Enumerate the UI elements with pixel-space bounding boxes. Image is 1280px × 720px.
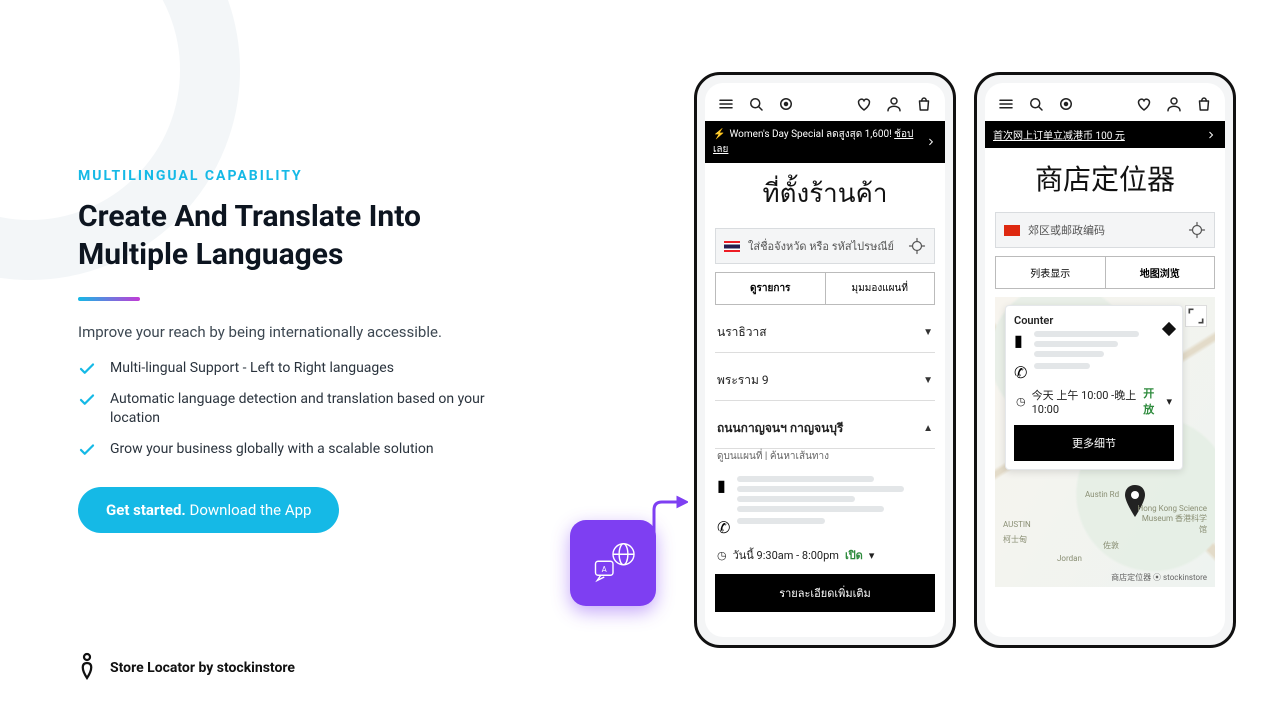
open-status: 开放 (1143, 385, 1160, 417)
phone-thai: ⚡Women's Day Special ลดสูงสุด 1,600! ช้อ… (694, 72, 956, 648)
open-status: เปิด (845, 546, 863, 564)
tab-list[interactable]: ดูรายการ (716, 273, 825, 304)
chevron-down-icon[interactable]: ▾ (869, 549, 875, 562)
phone-icon: ✆ (1014, 363, 1026, 375)
tab-map[interactable]: 地图浏览 (1105, 257, 1215, 288)
phone-icon: ✆ (717, 518, 729, 530)
phone-mockups: ⚡Women's Day Special ลดสูงสุด 1,600! ช้อ… (694, 72, 1236, 648)
chevron-right-icon (925, 136, 937, 148)
user-icon[interactable] (885, 95, 903, 113)
promo-banner[interactable]: 首次网上订单立减港币 100 元 (985, 121, 1225, 148)
store-item[interactable]: กาฬสินธุ์ พลาซ่า▼ (715, 626, 935, 637)
menu-icon[interactable] (997, 95, 1015, 113)
locate-me-icon[interactable] (908, 237, 926, 255)
location-icon[interactable] (1057, 95, 1075, 113)
store-hours: ◷ วันนี้ 9:30am - 8:00pm เปิด ▾ (715, 542, 935, 568)
flag-th-icon (724, 241, 740, 252)
popup-title: Counter (1014, 314, 1174, 327)
store-actions[interactable]: ดูบนแผนที่ | ค้นหาเส้นทาง (715, 449, 935, 470)
map-credit: 商店定位器 ⦿ stockinstore (1111, 572, 1207, 583)
store-details-skeleton: ▮ ✆ (715, 470, 935, 542)
feature-item: Grow your business globally with a scala… (78, 440, 538, 459)
chevron-down-icon: ▼ (923, 375, 933, 386)
cta-bold: Get started. (106, 501, 186, 519)
check-icon (78, 441, 96, 459)
view-tabs: ดูรายการ มุมมองแผนที่ (715, 272, 935, 305)
tab-list[interactable]: 列表显示 (996, 257, 1105, 288)
view-tabs: 列表显示 地图浏览 (995, 256, 1215, 289)
check-icon (78, 391, 96, 409)
feature-text: Automatic language detection and transla… (110, 390, 538, 428)
search-icon[interactable] (1027, 95, 1045, 113)
fullscreen-icon[interactable] (1185, 305, 1207, 327)
store-item[interactable]: พระราม 9▼ (715, 361, 935, 401)
mobile-topbar (705, 83, 945, 121)
search-placeholder: ใส่ชื่อจังหวัด หรือ รหัสไปรษณีย์ (748, 237, 894, 255)
subheading: Improve your reach by being internationa… (78, 323, 538, 341)
cta-rest: Download the App (186, 501, 312, 519)
page-title: 商店定位器 (985, 148, 1225, 212)
brand-logo-icon (78, 652, 96, 684)
building-icon: ▮ (1014, 331, 1026, 343)
heart-icon[interactable] (1135, 95, 1153, 113)
banner-text: Women's Day Special ลดสูงสุด 1,600! (729, 129, 894, 140)
accent-rule (78, 297, 140, 301)
building-icon: ▮ (717, 476, 729, 488)
search-placeholder: 郊区或邮政编码 (1028, 222, 1105, 238)
map-view[interactable]: Counter ▮ ✆ ◷ 今天 上午 10:00 -晚上 10:00 开放 ▾… (995, 297, 1215, 587)
bolt-icon: ⚡ (713, 129, 725, 140)
store-hours: ◷ 今天 上午 10:00 -晚上 10:00 开放 ▾ (1014, 381, 1174, 421)
feature-item: Multi-lingual Support - Left to Right la… (78, 359, 538, 378)
search-icon[interactable] (747, 95, 765, 113)
feature-text: Grow your business globally with a scala… (110, 440, 434, 459)
feature-text: Multi-lingual Support - Left to Right la… (110, 359, 394, 378)
map-popup: Counter ▮ ✆ ◷ 今天 上午 10:00 -晚上 10:00 开放 ▾… (1005, 305, 1183, 470)
chevron-up-icon: ▲ (923, 423, 933, 434)
menu-icon[interactable] (717, 95, 735, 113)
flag-cn-icon (1004, 225, 1020, 236)
heart-icon[interactable] (855, 95, 873, 113)
brand-footer: Store Locator by stockinstore (78, 652, 295, 684)
locate-me-icon[interactable] (1188, 221, 1206, 239)
banner-text: 首次网上订单立减港币 100 元 (993, 131, 1125, 142)
bag-icon[interactable] (1195, 95, 1213, 113)
tab-map[interactable]: มุมมองแผนที่ (825, 273, 935, 304)
svg-text:A: A (602, 565, 608, 574)
brand-text: Store Locator by stockinstore (110, 660, 295, 676)
bag-icon[interactable] (915, 95, 933, 113)
check-icon (78, 360, 96, 378)
feature-list: Multi-lingual Support - Left to Right la… (78, 359, 538, 459)
cta-button[interactable]: Get started. Download the App (78, 487, 339, 533)
translate-badge: A (570, 520, 656, 606)
clock-icon: ◷ (717, 549, 727, 562)
eyebrow: MULTILINGUAL CAPABILITY (78, 168, 538, 184)
location-icon[interactable] (777, 95, 795, 113)
mobile-topbar (985, 83, 1225, 121)
store-item[interactable]: นราธิวาส▼ (715, 313, 935, 353)
location-search[interactable]: ใส่ชื่อจังหวัด หรือ รหัสไปรษณีย์ (715, 228, 935, 264)
promo-banner[interactable]: ⚡Women's Day Special ลดสูงสุด 1,600! ช้อ… (705, 121, 945, 163)
store-item-expanded[interactable]: ถนนกาญจนฯ กาญจนบุรี▲ (715, 409, 935, 449)
location-search[interactable]: 郊区或邮政编码 (995, 212, 1215, 248)
user-icon[interactable] (1165, 95, 1183, 113)
feature-item: Automatic language detection and transla… (78, 390, 538, 428)
page-title: ที่ตั้งร้านค้า (705, 163, 945, 228)
chevron-down-icon: ▼ (923, 327, 933, 338)
phone-chinese: 首次网上订单立减港币 100 元 商店定位器 郊区或邮政编码 列表显示 地图浏览 (974, 72, 1236, 648)
chevron-down-icon[interactable]: ▾ (1166, 395, 1172, 408)
clock-icon: ◷ (1016, 395, 1026, 408)
details-button[interactable]: 更多细节 (1014, 425, 1174, 461)
page-heading: Create And Translate Into Multiple Langu… (78, 198, 538, 273)
chevron-right-icon (1205, 129, 1217, 141)
details-button[interactable]: รายละเอียดเพิ่มเติม (715, 574, 935, 612)
marketing-copy: MULTILINGUAL CAPABILITY Create And Trans… (78, 168, 538, 533)
